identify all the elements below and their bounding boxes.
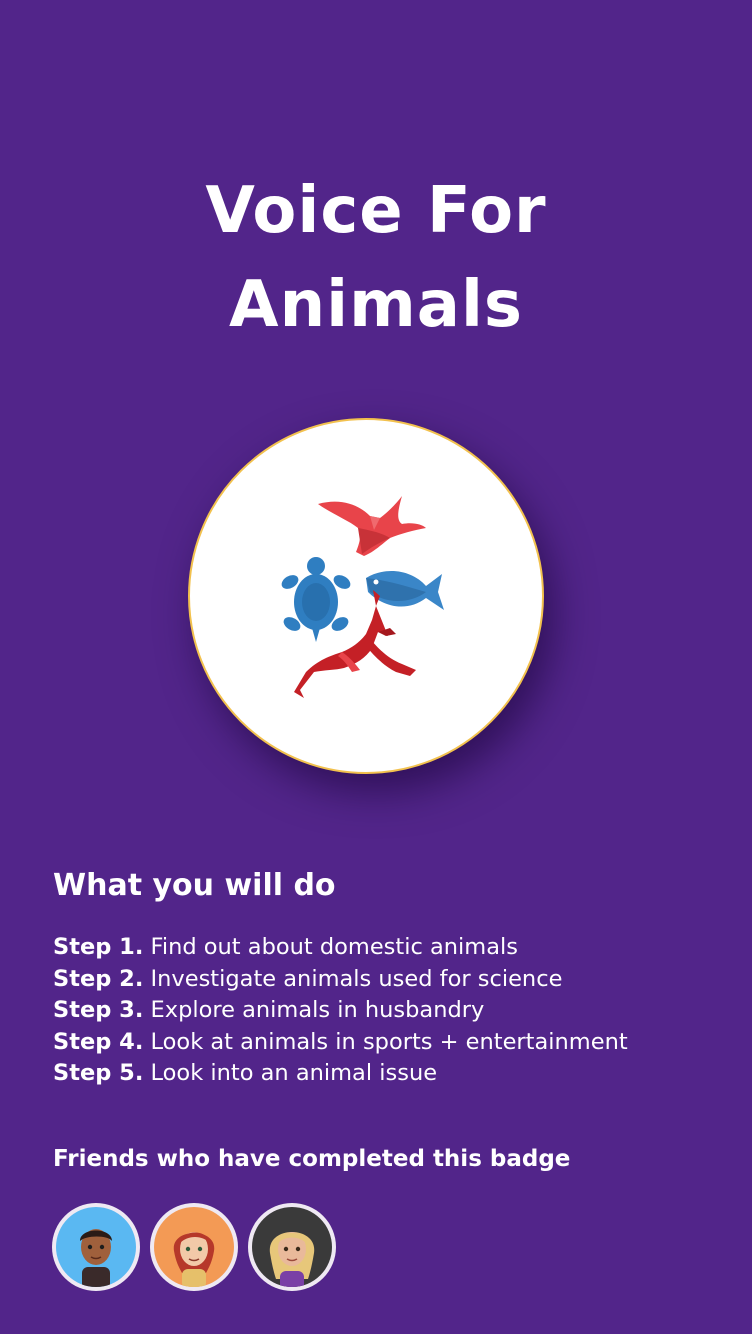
friends-heading: Friends who have completed this badge: [53, 1146, 571, 1172]
step-label: Step 2.: [53, 965, 144, 992]
step-item: Step 1. Find out about domestic animals: [53, 932, 628, 964]
bird-icon: [318, 496, 426, 556]
steps-list: Step 1. Find out about domestic animals …: [53, 932, 628, 1090]
section-heading: What you will do: [53, 868, 336, 903]
step-item: Step 5. Look into an animal issue: [53, 1058, 628, 1090]
friend-avatar-2[interactable]: [150, 1203, 238, 1291]
step-label: Step 5.: [53, 1060, 144, 1086]
animals-badge-icon: [281, 496, 444, 698]
step-item: Step 2. Investigate animals used for sci…: [53, 964, 628, 996]
turtle-icon: [281, 557, 351, 642]
friend-avatar-1[interactable]: [52, 1203, 140, 1291]
step-item: Step 3. Explore animals in husbandry: [53, 995, 628, 1027]
step-label: Step 3.: [53, 997, 144, 1023]
avatar-girl-red-hair-icon: [154, 1207, 234, 1287]
friends-avatar-row: [52, 1203, 336, 1291]
step-text: Explore animals in husbandry: [150, 997, 485, 1023]
step-text: Look into an animal issue: [150, 1060, 438, 1086]
badge-medallion[interactable]: [188, 418, 544, 774]
badge-title-line-1: Voice For: [205, 174, 547, 248]
step-label: Step 4.: [53, 1028, 144, 1055]
step-label: Step 1.: [53, 934, 144, 960]
step-text: Look at animals in sports + entertainmen…: [150, 1028, 628, 1055]
avatar-boy-icon: [56, 1207, 136, 1287]
avatar-girl-blonde-icon: [252, 1207, 332, 1287]
badge-title: Voice For Animals: [0, 164, 752, 352]
step-item: Step 4. Look at animals in sports + ente…: [53, 1027, 628, 1059]
fish-icon: [366, 571, 444, 610]
step-text: Investigate animals used for science: [150, 965, 563, 992]
badge-title-line-2: Animals: [229, 268, 523, 342]
step-text: Find out about domestic animals: [150, 934, 518, 960]
friend-avatar-3[interactable]: [248, 1203, 336, 1291]
